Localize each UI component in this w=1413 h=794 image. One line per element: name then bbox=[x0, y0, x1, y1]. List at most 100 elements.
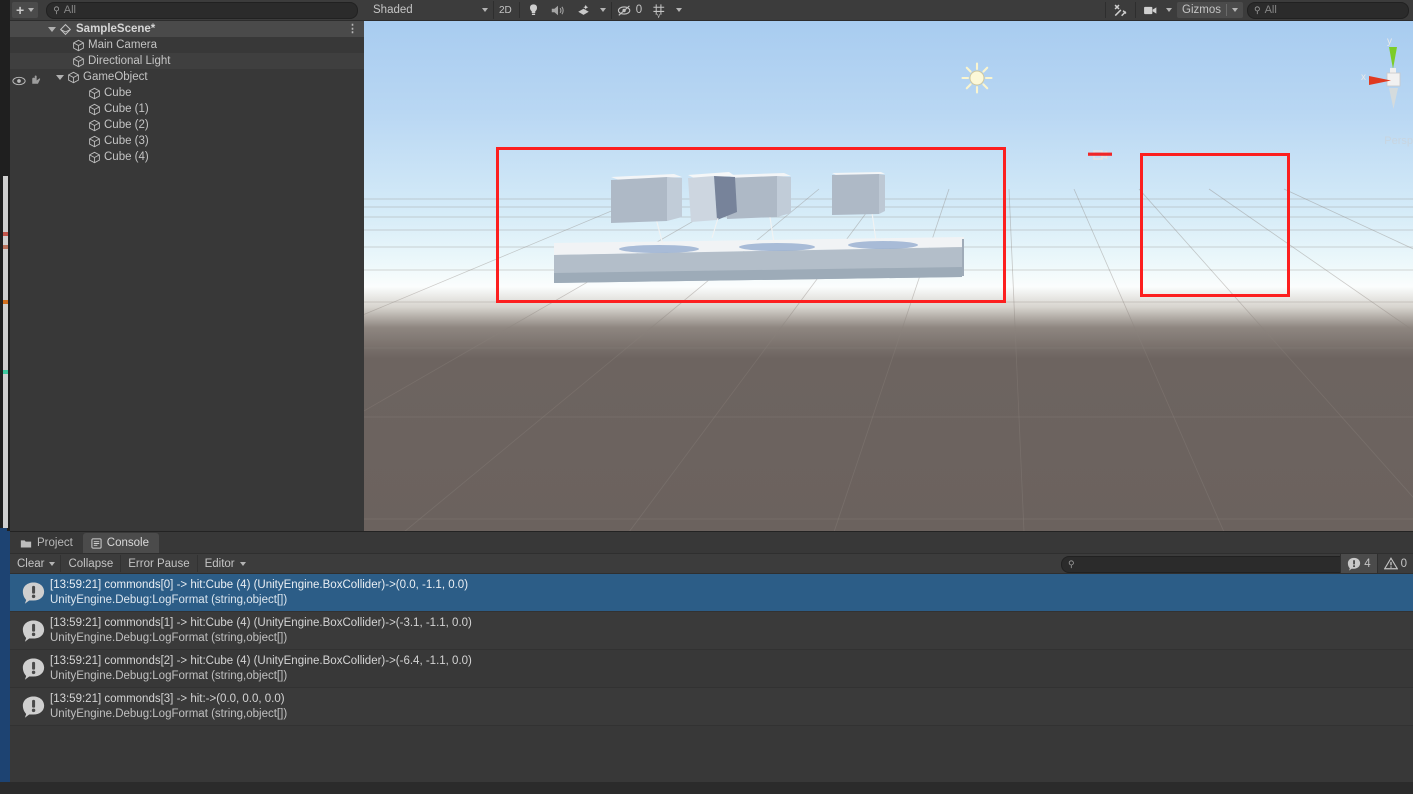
error-icon bbox=[22, 620, 45, 642]
gameobject-cube-icon bbox=[89, 119, 100, 131]
collapse-toggle[interactable]: Collapse bbox=[61, 555, 122, 572]
toggle-2d-label: 2D bbox=[499, 4, 512, 16]
console-toolbar: Clear Collapse Error Pause Editor ⚲ 4 0 bbox=[10, 553, 1413, 574]
create-gameobject-button[interactable]: + bbox=[12, 2, 39, 18]
camera-gizmo-icon[interactable] bbox=[1088, 147, 1112, 163]
bottom-dock-tabs: Project Console bbox=[10, 532, 1413, 553]
hierarchy-search-input[interactable]: ⚲ All bbox=[46, 1, 358, 19]
plus-icon: + bbox=[16, 2, 25, 18]
scene-fx-dropdown[interactable] bbox=[596, 1, 612, 19]
hierarchy-toolbar: + ⚲ All bbox=[10, 0, 364, 21]
hierarchy-row-samplescene[interactable]: SampleScene* ⋮ bbox=[10, 21, 364, 37]
error-icon bbox=[22, 582, 45, 604]
toolbar-divider bbox=[1105, 2, 1107, 18]
grid-axis-icon: y bbox=[653, 3, 665, 18]
chevron-down-icon bbox=[482, 8, 488, 12]
clear-dropdown[interactable] bbox=[47, 555, 62, 572]
scene-view-toolbar: Shaded 2D 0 y Gizmos ⚲ All bbox=[364, 0, 1413, 21]
scene-lighting-toggle[interactable] bbox=[522, 1, 545, 19]
scene-audio-toggle[interactable] bbox=[545, 1, 571, 19]
scene-context-menu-icon[interactable]: ⋮ bbox=[347, 24, 358, 35]
selection-box-left bbox=[496, 147, 1006, 303]
gizmos-search-input[interactable]: ⚲ All bbox=[1247, 1, 1409, 19]
chevron-down-icon bbox=[49, 561, 56, 566]
hierarchy-row-cube[interactable]: Cube (1) bbox=[10, 101, 364, 117]
console-log-list[interactable]: [13:59:21] commonds[0] -> hit:Cube (4) (… bbox=[10, 574, 1413, 794]
gizmos-toggle-button[interactable]: Gizmos bbox=[1177, 2, 1243, 18]
log-message: [13:59:21] commonds[2] -> hit:Cube (4) (… bbox=[50, 655, 472, 667]
search-icon: ⚲ bbox=[1068, 559, 1075, 569]
tools-icon bbox=[1114, 4, 1127, 16]
hierarchy-row-cube[interactable]: Cube (3) bbox=[10, 133, 364, 149]
hierarchy-panel: + ⚲ All SampleScene* ⋮ Main Camera Direc… bbox=[10, 0, 365, 531]
hierarchy-row-cube[interactable]: Cube bbox=[10, 85, 364, 101]
minimap-mark bbox=[3, 245, 8, 249]
gameobject-cube-icon bbox=[89, 151, 100, 163]
hierarchy-row-gameobject[interactable]: GameObject bbox=[10, 69, 364, 85]
clear-button[interactable]: Clear bbox=[10, 555, 47, 572]
hierarchy-label: Cube (4) bbox=[104, 151, 149, 163]
scene-view-panel: Shaded 2D 0 y Gizmos ⚲ All y x Persp bbox=[364, 0, 1413, 531]
tab-console[interactable]: Console bbox=[82, 533, 159, 553]
console-log-row[interactable]: [13:59:21] commonds[1] -> hit:Cube (4) (… bbox=[10, 612, 1413, 650]
hierarchy-row-main-camera[interactable]: Main Camera bbox=[10, 37, 364, 53]
warning-count-badge[interactable]: 0 bbox=[1376, 554, 1413, 573]
scene-viewport[interactable]: y x Persp bbox=[364, 21, 1413, 531]
gameobject-cube-icon bbox=[89, 135, 100, 147]
lightbulb-icon bbox=[529, 4, 537, 15]
error-pause-label: Error Pause bbox=[128, 557, 190, 570]
directional-light-icon[interactable] bbox=[960, 61, 994, 95]
hierarchy-label: Cube bbox=[104, 87, 132, 99]
gameobject-cube-icon bbox=[89, 103, 100, 115]
hierarchy-row-cube[interactable]: Cube (2) bbox=[10, 117, 364, 133]
camera-icon bbox=[1144, 6, 1157, 14]
code-minimap-strip bbox=[3, 176, 8, 528]
hierarchy-search-placeholder: All bbox=[63, 4, 77, 16]
shading-mode-dropdown[interactable]: Shaded bbox=[368, 1, 494, 19]
console-search-input[interactable]: ⚲ bbox=[1061, 556, 1355, 573]
scene-fx-toggle[interactable] bbox=[571, 1, 596, 19]
log-stacktrace: UnityEngine.Debug:LogFormat (string,obje… bbox=[50, 708, 288, 720]
tab-project[interactable]: Project bbox=[12, 533, 83, 553]
log-stacktrace: UnityEngine.Debug:LogFormat (string,obje… bbox=[50, 632, 288, 644]
search-icon: ⚲ bbox=[1254, 4, 1261, 15]
scene-grid-dropdown[interactable] bbox=[672, 2, 687, 19]
log-stacktrace: UnityEngine.Debug:LogFormat (string,obje… bbox=[50, 670, 288, 682]
chevron-down-icon bbox=[239, 561, 246, 566]
gameobject-cube-icon bbox=[89, 87, 100, 99]
eye-slash-icon bbox=[617, 4, 631, 16]
scene-icon bbox=[59, 23, 72, 35]
error-pause-toggle[interactable]: Error Pause bbox=[121, 555, 198, 572]
svg-text:y: y bbox=[1387, 36, 1392, 47]
projection-mode-label[interactable]: Persp bbox=[1384, 135, 1413, 147]
shading-mode-label: Shaded bbox=[373, 4, 413, 16]
console-log-row[interactable]: [13:59:21] commonds[2] -> hit:Cube (4) (… bbox=[10, 650, 1413, 688]
chevron-down-icon bbox=[28, 8, 35, 12]
error-count-badge[interactable]: 4 bbox=[1340, 554, 1377, 573]
scene-grid-toggle[interactable]: y bbox=[647, 1, 672, 19]
console-log-row[interactable]: [13:59:21] commonds[3] -> hit:->(0.0, 0.… bbox=[10, 688, 1413, 726]
foldout-expanded-icon[interactable] bbox=[56, 74, 64, 80]
hierarchy-row-cube[interactable]: Cube (4) bbox=[10, 149, 364, 165]
unity-editor-window: + ⚲ All SampleScene* ⋮ Main Camera Direc… bbox=[0, 0, 1413, 794]
clear-label: Clear bbox=[17, 557, 45, 570]
console-message-counters: 4 0 bbox=[1340, 554, 1413, 573]
hidden-objects-toggle[interactable]: 0 bbox=[612, 1, 647, 19]
error-icon bbox=[22, 696, 45, 718]
console-log-row[interactable]: [13:59:21] commonds[0] -> hit:Cube (4) (… bbox=[10, 574, 1413, 612]
console-icon bbox=[91, 537, 102, 549]
foldout-expanded-icon[interactable] bbox=[48, 26, 56, 32]
hidden-objects-count: 0 bbox=[635, 4, 643, 16]
scene-camera-settings-button[interactable] bbox=[1138, 1, 1163, 19]
warning-count: 0 bbox=[1400, 557, 1407, 570]
log-message: [13:59:21] commonds[1] -> hit:Cube (4) (… bbox=[50, 617, 472, 629]
toggle-2d-button[interactable]: 2D bbox=[494, 1, 517, 19]
scene-tools-button[interactable] bbox=[1108, 1, 1133, 19]
chevron-down-icon bbox=[1232, 8, 1238, 12]
hierarchy-row-directional-light[interactable]: Directional Light bbox=[10, 53, 364, 69]
gameobject-cube-icon bbox=[68, 71, 79, 83]
editor-dropdown[interactable]: Editor bbox=[198, 555, 253, 572]
scene-camera-dropdown[interactable] bbox=[1163, 2, 1177, 19]
chevron-down-icon bbox=[676, 8, 683, 12]
log-message: [13:59:21] commonds[3] -> hit:->(0.0, 0.… bbox=[50, 693, 285, 705]
